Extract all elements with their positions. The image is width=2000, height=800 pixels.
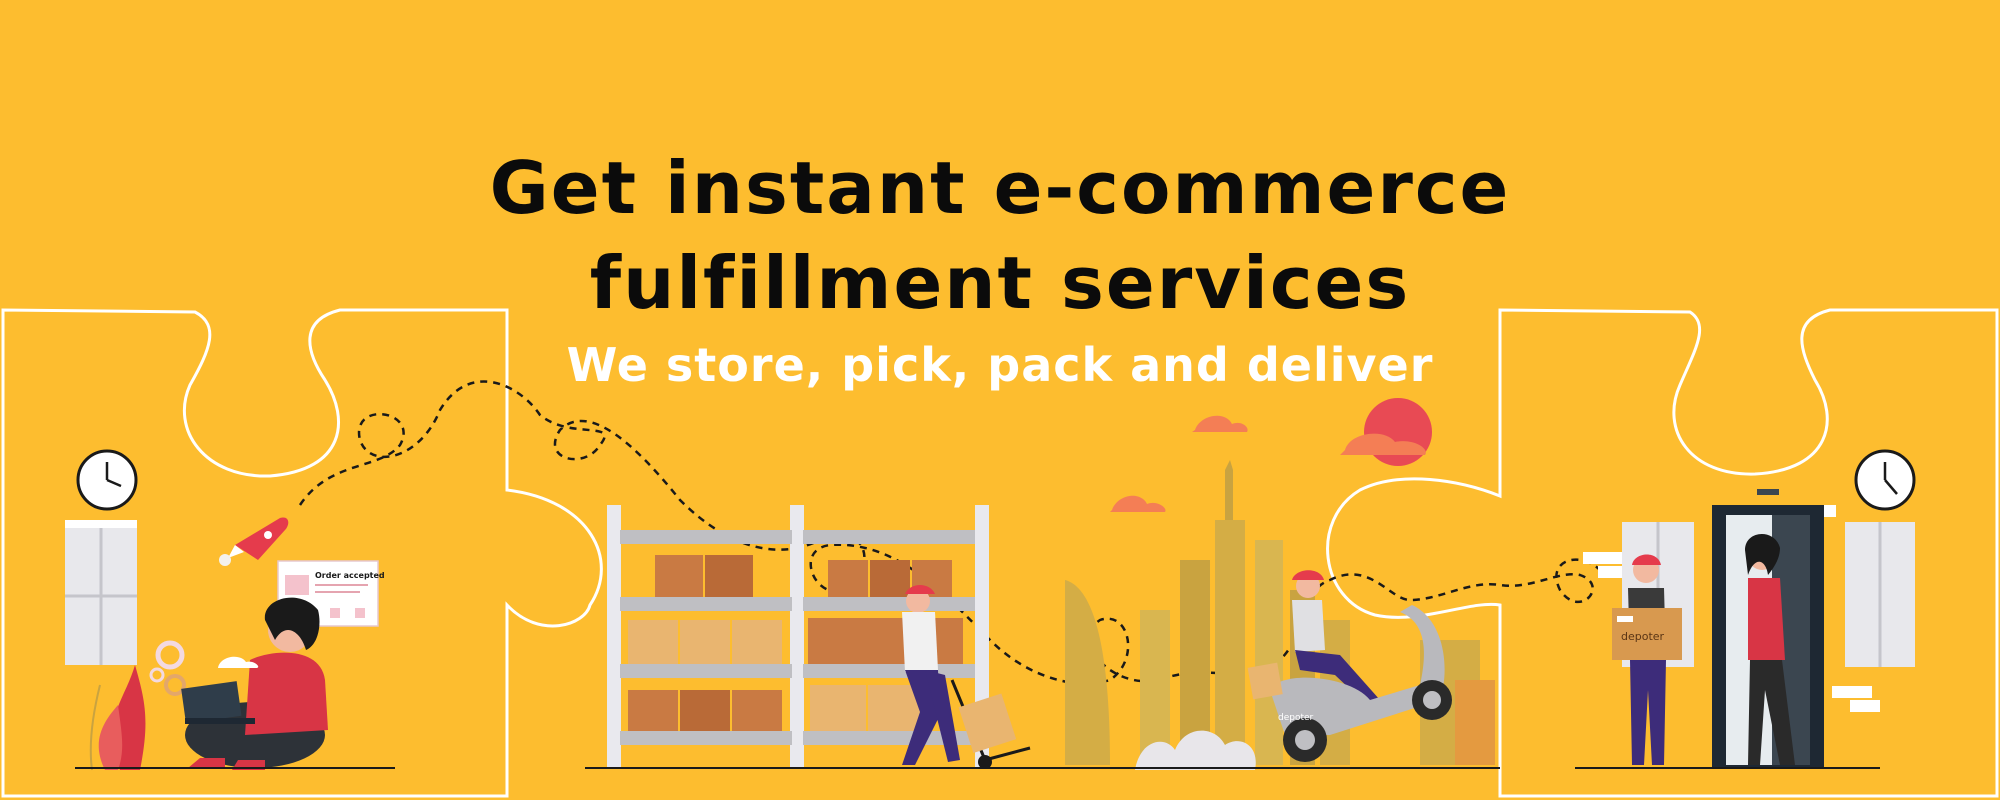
woman-with-laptop xyxy=(185,597,328,770)
window-icon xyxy=(65,520,137,665)
svg-text:depoter: depoter xyxy=(1278,713,1314,723)
rocket-icon xyxy=(219,517,289,566)
cloud-icon xyxy=(218,656,259,668)
clock-icon xyxy=(76,449,138,511)
svg-text:depoter: depoter xyxy=(1621,630,1665,643)
plant-icon xyxy=(89,665,146,771)
headline-line-1: Get instant e-commerce xyxy=(489,146,1511,230)
svg-text:Order accepted: Order accepted xyxy=(315,571,385,580)
headline-line-2: fulfillment services xyxy=(589,241,1411,325)
gear-icon xyxy=(149,640,186,696)
hero-illustration: Order accepted depoter depoter xyxy=(1,308,1999,798)
clock-icon xyxy=(1854,449,1916,511)
hero-banner: Order accepted depoter depoter Get insta… xyxy=(0,0,2000,800)
hand-truck-icon xyxy=(950,679,1031,769)
subheadline: We store, pick, pack and deliver xyxy=(566,338,1434,392)
package-box: depoter xyxy=(1612,608,1682,660)
sun-icon xyxy=(1364,398,1432,466)
